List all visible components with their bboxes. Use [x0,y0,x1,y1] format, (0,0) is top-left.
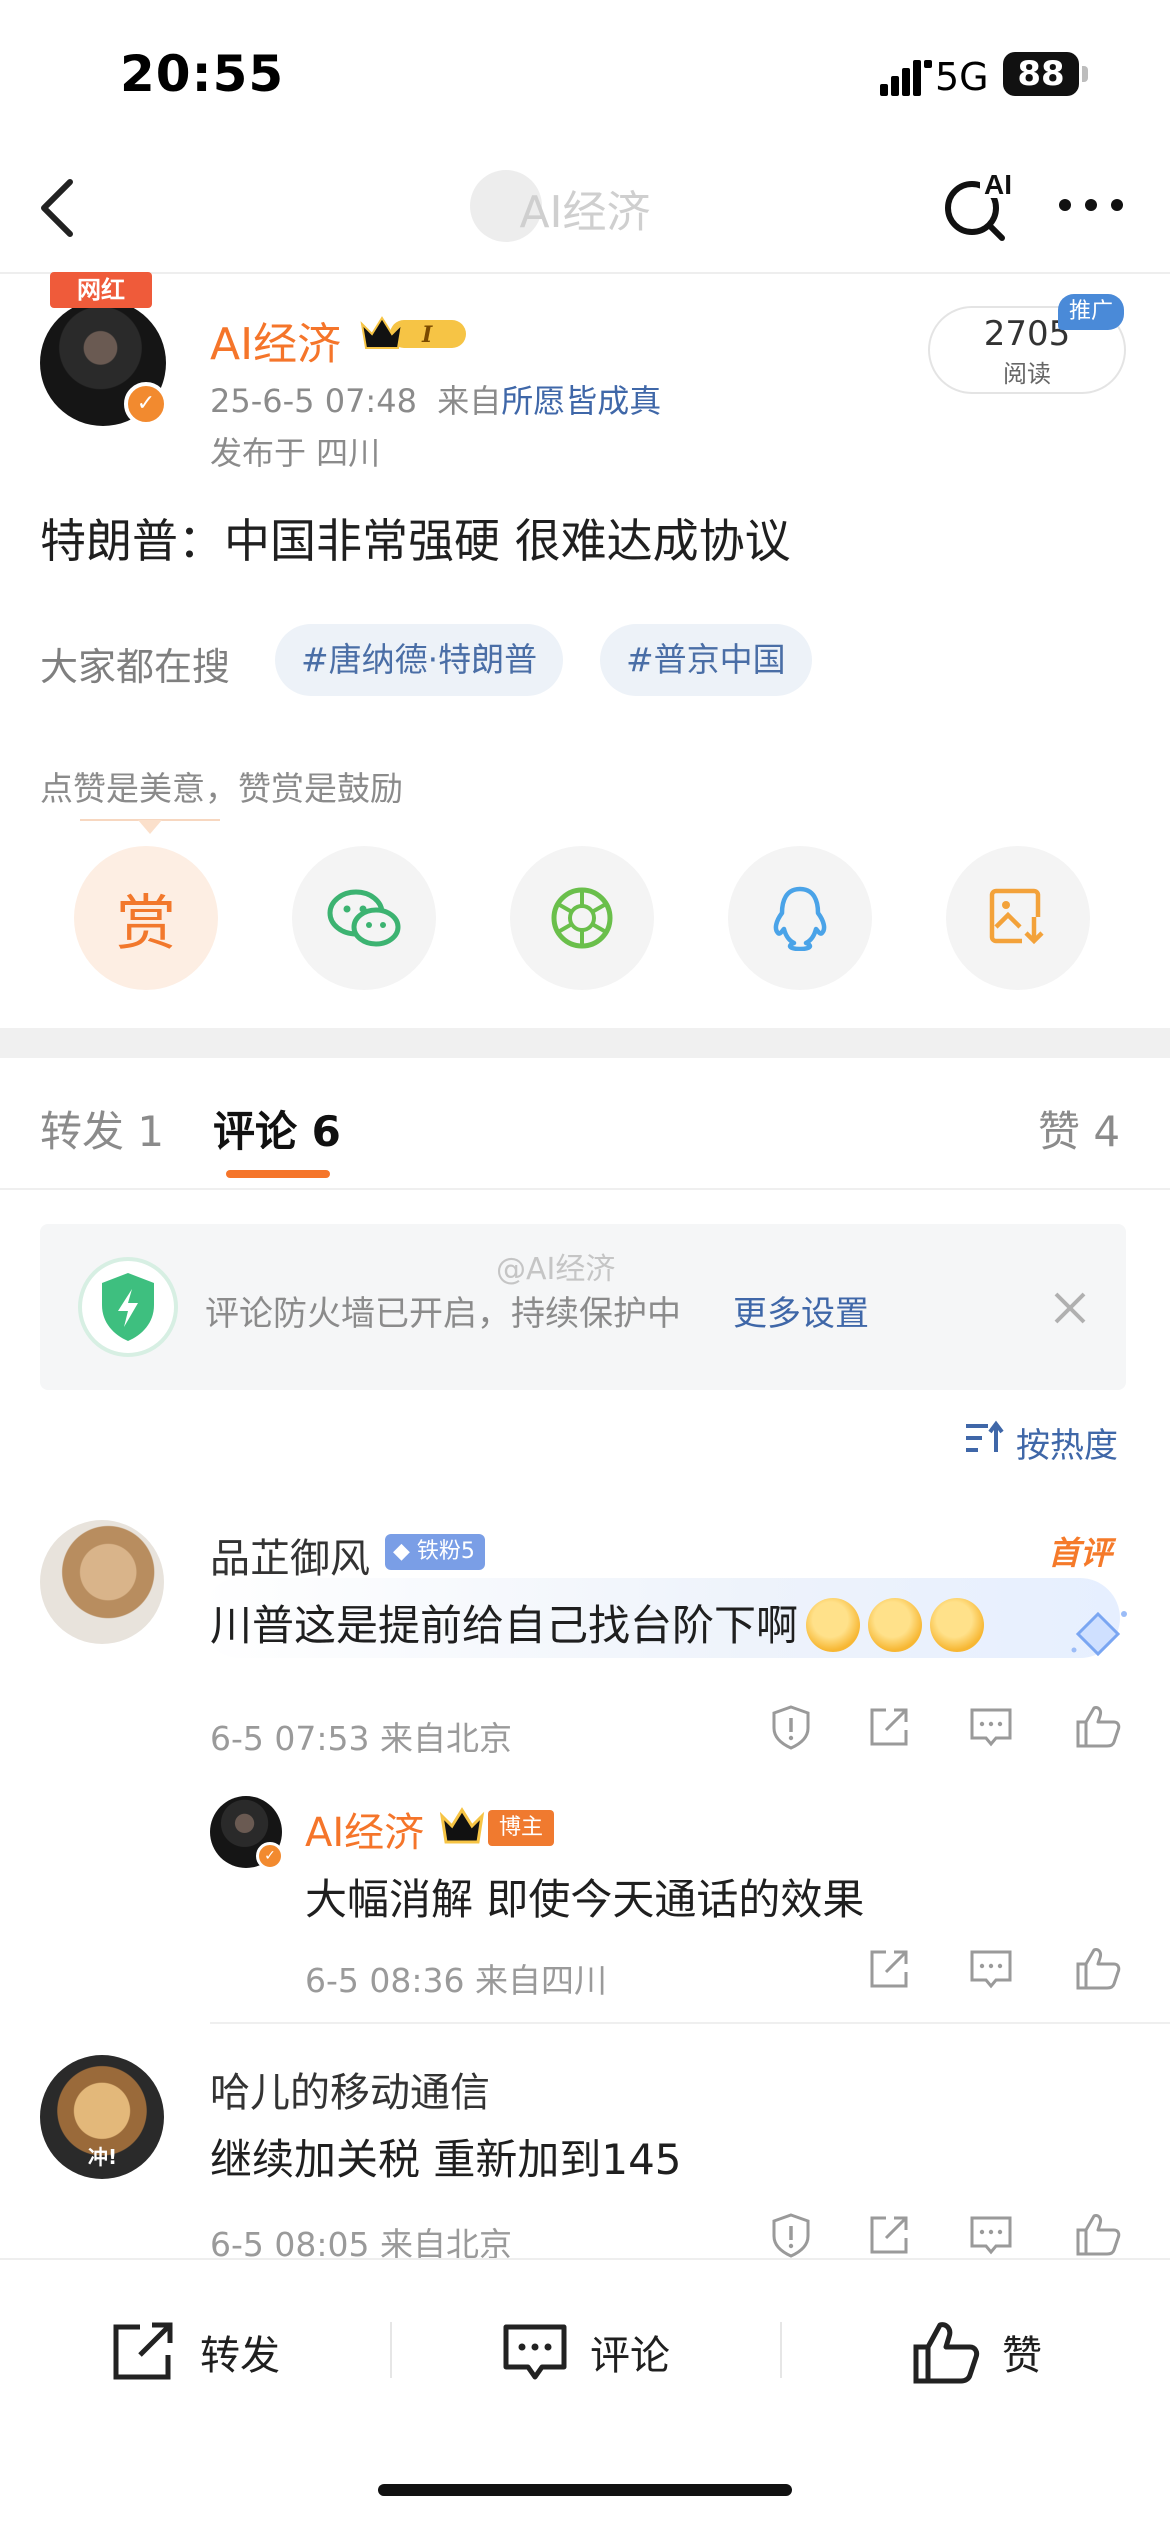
comment-divider [210,2022,1170,2024]
level-badge: I [360,314,470,354]
commenter-name[interactable]: 品芷御风 [210,1526,370,1584]
reward-pointer [80,818,220,840]
like-icon[interactable] [1074,2210,1121,2256]
comment-text: 川普这是提前给自己找台阶下啊 [210,1592,985,1656]
reply-icon[interactable] [968,1704,1014,1750]
nav-divider [0,272,1170,274]
search-ai-label: AI [984,169,1012,200]
bottom-separator [390,2322,392,2378]
repost-button[interactable]: 转发 [110,2312,280,2392]
tab-likes[interactable]: 赞 4 [1038,1098,1120,1159]
tongue-emoji-icon [868,1597,923,1652]
firewall-text: 评论防火墙已开启，持续保护中 [205,1294,681,1334]
share-out-icon[interactable] [866,1704,912,1750]
reward-glyph: 赏 [116,888,176,959]
trending-search-label: 大家都在搜 [40,645,231,689]
trending-chip[interactable]: #普京中国 [600,624,812,696]
reward-icon[interactable]: 赏 [74,846,218,990]
comment-text: 继续加关税 重新加到145 [210,2135,682,2184]
ad-tag: 推广 [1058,294,1124,330]
reply-icon[interactable] [968,1946,1014,1992]
section-divider [0,1028,1170,1058]
tab-divider [0,1188,1170,1190]
bottom-separator [780,2322,782,2378]
avatar-overlay-text: 冲! [88,2145,118,2169]
crown-icon [440,1806,486,1846]
more-icon[interactable] [1058,198,1124,212]
reply-meta: 6-5 08:36 来自四川 [305,1961,607,2000]
search-ai-icon[interactable]: AI [940,166,1016,242]
source-prefix: 来自 [437,382,502,420]
moments-icon[interactable] [510,846,654,990]
report-icon[interactable] [768,1704,814,1750]
reply-text: 大幅消解 即使今天通话的效果 [305,1875,865,1924]
reply-icon[interactable] [968,2212,1014,2258]
tab-repost[interactable]: 转发 1 [40,1098,164,1159]
commenter-name[interactable]: 哈儿的移动通信 [210,2060,490,2118]
report-icon[interactable] [768,2212,814,2258]
fan-badge-label: 铁粉5 [416,1539,475,1564]
share-out-icon[interactable] [866,1946,912,1992]
author-name[interactable]: AI经济 [210,308,341,372]
firewall-settings-link[interactable]: 更多设置 [733,1286,869,1335]
verified-icon: ✓ [256,1842,284,1870]
tongue-emoji-icon [930,1597,985,1652]
comment-label: 评论 [590,2333,670,2379]
sort-icon[interactable] [964,1420,1004,1456]
read-label: 阅读 [1003,360,1051,388]
blogger-tag: 博主 [488,1810,554,1846]
like-icon[interactable] [1074,1944,1121,1990]
commenter-avatar[interactable] [40,1520,164,1644]
close-icon[interactable] [1050,1288,1090,1328]
shield-icon [76,1255,180,1359]
comment-button[interactable]: 评论 [502,2312,670,2392]
home-indicator [378,2484,792,2496]
post-text: 特朗普：中国非常强硬 很难达成协议 [40,514,791,568]
save-image-icon[interactable] [946,846,1090,990]
like-label: 赞 [1002,2333,1042,2379]
tab-active-indicator [226,1170,330,1178]
comment-text-content: 川普这是提前给自己找台阶下啊 [210,1601,799,1650]
sort-by-heat[interactable]: 按热度 [1016,1418,1118,1467]
reply-author-name[interactable]: AI经济 [305,1800,424,1858]
like-icon[interactable] [1074,1702,1121,1748]
diamond-sparkle-icon [1070,1606,1130,1662]
post-location: 发布于 四川 [210,434,381,472]
author-tag: 网红 [50,272,152,308]
signal-icon [880,58,932,96]
status-time: 20:55 [120,45,285,103]
watermark: @AI经济 [496,1252,616,1287]
verified-icon: ✓ [124,382,168,426]
first-comment-tag: 首评 [1048,1534,1113,1572]
share-out-icon[interactable] [866,2212,912,2258]
network-type: 5G [935,55,989,99]
comment-icon [503,2324,567,2380]
trending-chip[interactable]: #唐纳德·特朗普 [275,624,564,696]
post-timestamp: 25-6-5 07:48 [210,382,417,420]
repost-icon [113,2322,173,2380]
fan-badge: ◆ 铁粉5 [385,1534,485,1570]
svg-text:I: I [421,322,433,348]
post-source[interactable]: 所愿皆成真 [501,382,661,420]
reward-text: 点赞是美意，赞赏是鼓励 [40,769,403,808]
tab-comments[interactable]: 评论 6 [213,1098,341,1159]
tongue-emoji-icon [806,1597,861,1652]
battery-indicator: 88 [1003,52,1079,96]
qq-icon[interactable] [728,846,872,990]
post-meta: 25-6-5 07:48 来自所愿皆成真 [210,376,661,422]
comment-meta: 6-5 07:53 来自北京 [210,1719,512,1758]
wechat-icon[interactable] [292,846,436,990]
battery-nub [1082,66,1088,82]
like-button[interactable]: 赞 [912,2312,1042,2392]
like-icon [913,2322,980,2384]
commenter-avatar[interactable]: 冲! [40,2055,164,2179]
repost-label: 转发 [200,2333,280,2379]
